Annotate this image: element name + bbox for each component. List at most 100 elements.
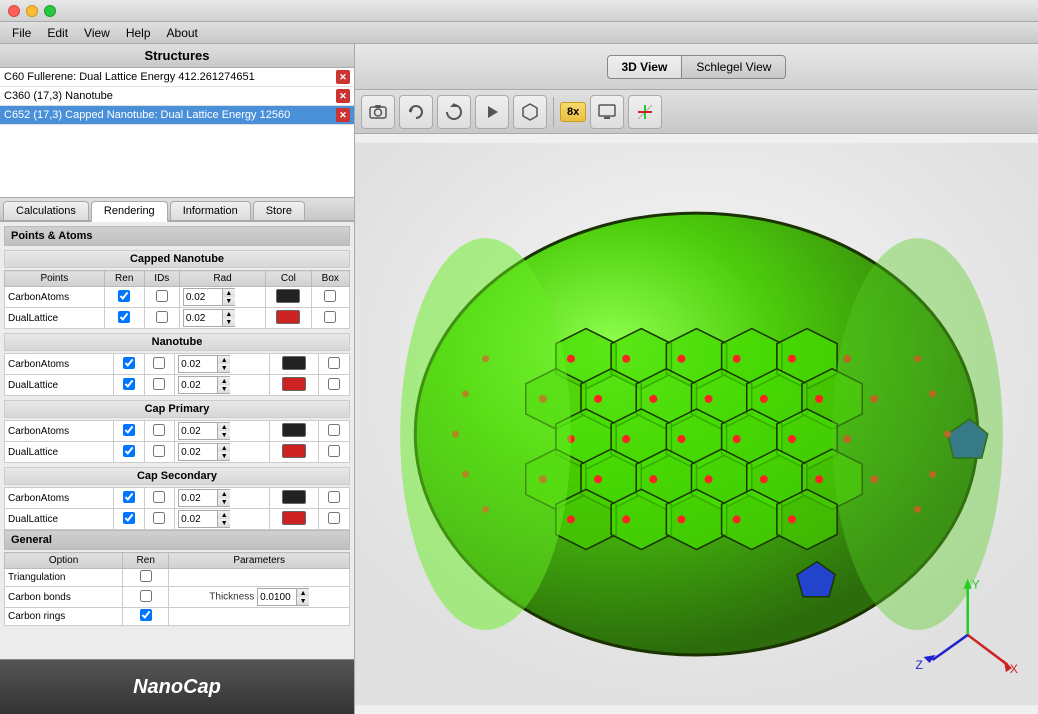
rad-input[interactable] [179, 492, 217, 505]
color-swatch-black[interactable] [276, 289, 300, 303]
ren-checkbox[interactable] [123, 357, 135, 369]
ids-cell[interactable] [144, 488, 174, 509]
rad-cell[interactable]: ▲ ▼ [179, 287, 265, 308]
carbon-bonds-checkbox[interactable] [140, 590, 152, 602]
rad-cell[interactable]: ▲ ▼ [175, 509, 270, 530]
col-cell[interactable] [269, 421, 319, 442]
box-cell[interactable] [319, 442, 350, 463]
tab-content[interactable]: Points & Atoms Capped Nanotube Points Re… [0, 222, 354, 659]
box-checkbox[interactable] [328, 491, 340, 503]
carbon-rings-checkbox[interactable] [140, 609, 152, 621]
ids-checkbox[interactable] [153, 512, 165, 524]
structure-close-2[interactable]: ✕ [336, 108, 350, 122]
rad-up[interactable]: ▲ [223, 310, 235, 318]
thickness-down[interactable]: ▼ [297, 597, 309, 605]
rad-up[interactable]: ▲ [218, 377, 230, 385]
rad-input[interactable] [179, 513, 217, 526]
ren-checkbox[interactable] [123, 491, 135, 503]
ren-cell[interactable] [123, 608, 169, 626]
rad-up[interactable]: ▲ [218, 511, 230, 519]
ren-cell[interactable] [114, 442, 144, 463]
camera-button[interactable] [361, 95, 395, 129]
menu-file[interactable]: File [4, 24, 39, 42]
minimize-button[interactable] [26, 5, 38, 17]
col-cell[interactable] [269, 509, 319, 530]
col-cell[interactable] [269, 354, 319, 375]
color-swatch-black[interactable] [282, 356, 306, 370]
structure-item-selected[interactable]: C652 (17,3) Capped Nanotube: Dual Lattic… [0, 106, 354, 125]
rad-down[interactable]: ▼ [223, 318, 235, 326]
box-cell[interactable] [319, 375, 350, 396]
menu-view[interactable]: View [76, 24, 118, 42]
structure-close-1[interactable]: ✕ [336, 89, 350, 103]
play-button[interactable] [475, 95, 509, 129]
rad-cell[interactable]: ▲ ▼ [175, 442, 270, 463]
ren-checkbox[interactable] [118, 311, 130, 323]
rad-down[interactable]: ▼ [218, 385, 230, 393]
structure-item[interactable]: C60 Fullerene: Dual Lattice Energy 412.2… [0, 68, 354, 87]
ids-checkbox[interactable] [153, 378, 165, 390]
box-checkbox[interactable] [328, 512, 340, 524]
color-swatch-red[interactable] [282, 377, 306, 391]
menu-about[interactable]: About [159, 24, 206, 42]
ren-cell[interactable] [114, 375, 144, 396]
ids-checkbox[interactable] [153, 424, 165, 436]
rad-down[interactable]: ▼ [218, 431, 230, 439]
ren-cell[interactable] [114, 488, 144, 509]
ren-cell[interactable] [114, 354, 144, 375]
ids-cell[interactable] [144, 442, 174, 463]
box-cell[interactable] [319, 509, 350, 530]
rad-cell[interactable]: ▲ ▼ [175, 421, 270, 442]
ids-cell[interactable] [144, 375, 174, 396]
params-cell[interactable]: Thickness ▲ ▼ [169, 587, 350, 608]
color-swatch-black[interactable] [282, 423, 306, 437]
box-checkbox[interactable] [324, 290, 336, 302]
zoom-8x-button[interactable]: 8x [560, 102, 586, 122]
thickness-up[interactable]: ▲ [297, 589, 309, 597]
ids-cell[interactable] [144, 287, 179, 308]
rad-input[interactable] [179, 446, 217, 459]
rad-input[interactable] [179, 358, 217, 371]
ids-checkbox[interactable] [153, 445, 165, 457]
hexagon-button[interactable] [513, 95, 547, 129]
ren-cell[interactable] [104, 308, 144, 329]
ren-cell[interactable] [104, 287, 144, 308]
thickness-input[interactable] [258, 591, 296, 604]
box-cell[interactable] [319, 354, 350, 375]
viewport[interactable]: Y X Z [355, 134, 1038, 714]
rad-cell[interactable]: ▲ ▼ [179, 308, 265, 329]
ren-checkbox[interactable] [123, 424, 135, 436]
rad-down[interactable]: ▼ [223, 297, 235, 305]
box-cell[interactable] [319, 421, 350, 442]
structure-close-0[interactable]: ✕ [336, 70, 350, 84]
col-cell[interactable] [266, 308, 311, 329]
tab-calculations[interactable]: Calculations [3, 201, 89, 220]
rad-input[interactable] [184, 312, 222, 325]
ren-checkbox[interactable] [118, 290, 130, 302]
ids-checkbox[interactable] [156, 290, 168, 302]
ids-checkbox[interactable] [153, 357, 165, 369]
ids-checkbox[interactable] [153, 491, 165, 503]
rad-up[interactable]: ▲ [218, 356, 230, 364]
rad-cell[interactable]: ▲ ▼ [175, 488, 270, 509]
col-cell[interactable] [269, 488, 319, 509]
rad-down[interactable]: ▼ [218, 364, 230, 372]
rotate-button[interactable] [399, 95, 433, 129]
box-cell[interactable] [319, 488, 350, 509]
ids-cell[interactable] [144, 354, 174, 375]
col-cell[interactable] [266, 287, 311, 308]
ids-cell[interactable] [144, 509, 174, 530]
rad-up[interactable]: ▲ [218, 490, 230, 498]
col-cell[interactable] [269, 442, 319, 463]
box-checkbox[interactable] [324, 311, 336, 323]
rad-up[interactable]: ▲ [218, 444, 230, 452]
tab-store[interactable]: Store [253, 201, 305, 220]
ids-checkbox[interactable] [156, 311, 168, 323]
box-checkbox[interactable] [328, 357, 340, 369]
tab-rendering[interactable]: Rendering [91, 201, 168, 222]
ren-checkbox[interactable] [123, 445, 135, 457]
menu-edit[interactable]: Edit [39, 24, 76, 42]
box-cell[interactable] [311, 287, 349, 308]
color-swatch-red[interactable] [276, 310, 300, 324]
close-button[interactable] [8, 5, 20, 17]
